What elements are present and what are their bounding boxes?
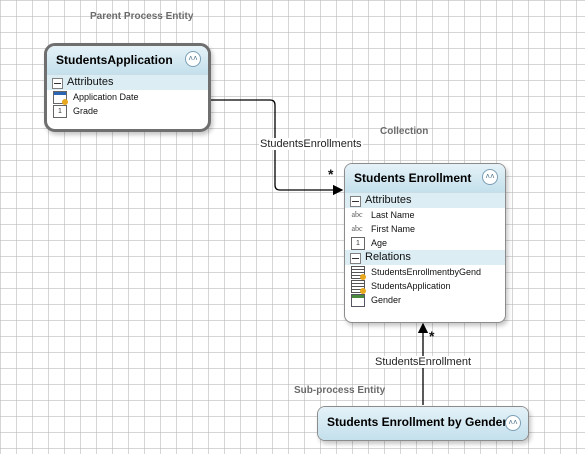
collapse-icon[interactable]: ˄˄: [505, 415, 521, 431]
relation-label: StudentsApplication: [371, 281, 451, 291]
entity-title: StudentsApplication: [56, 53, 173, 67]
connector-label-enrollments[interactable]: StudentsEnrollments: [259, 138, 363, 150]
entity-students-enrollment-by-gender[interactable]: Students Enrollment by Gender ˄˄: [317, 406, 529, 441]
entity-students-enrollment[interactable]: Students Enrollment ˄˄ Attributes abc La…: [344, 163, 506, 323]
entity-header[interactable]: Students Enrollment ˄˄: [345, 164, 505, 193]
attributes-section[interactable]: Attributes: [345, 193, 505, 208]
text-icon: abc: [351, 210, 363, 219]
attribute-label: Grade: [73, 106, 99, 116]
relation-icon: [351, 266, 366, 280]
calendar-icon: [53, 91, 68, 105]
section-label: Relations: [365, 251, 411, 263]
entity-title: Students Enrollment by Gender: [327, 415, 508, 429]
attribute-label: Application Date: [73, 92, 139, 102]
collapse-minus-icon[interactable]: [350, 253, 361, 264]
relation-row[interactable]: Gender: [345, 293, 505, 307]
relation-row[interactable]: StudentsEnrollmentbyGend: [345, 265, 505, 280]
collapse-minus-icon[interactable]: [52, 78, 63, 89]
relation-label: Gender: [371, 295, 402, 305]
text-icon: abc: [351, 224, 363, 233]
entity-header[interactable]: StudentsApplication ˄˄: [47, 46, 208, 75]
attribute-row[interactable]: abc Last Name: [345, 208, 505, 222]
collapse-minus-icon[interactable]: [350, 196, 361, 207]
relation-label: StudentsEnrollmentbyGend: [371, 267, 482, 277]
connector-label-enrollment[interactable]: StudentsEnrollment: [374, 356, 472, 368]
collapse-icon[interactable]: ˄˄: [482, 169, 498, 185]
number-icon: 1: [351, 237, 365, 250]
entity-header[interactable]: Students Enrollment by Gender ˄˄: [318, 407, 528, 440]
attribute-label: Last Name: [371, 210, 415, 220]
multiplicity-marker: *: [328, 166, 334, 182]
relation-icon: [351, 280, 366, 294]
entity-title: Students Enrollment: [354, 171, 472, 185]
attribute-row[interactable]: 1 Grade: [47, 104, 208, 118]
section-label: Attributes: [67, 76, 114, 88]
attribute-label: First Name: [371, 224, 416, 234]
relation-row[interactable]: StudentsApplication: [345, 279, 505, 294]
section-label: Attributes: [365, 194, 412, 206]
attribute-row[interactable]: abc First Name: [345, 222, 505, 236]
entity-students-application[interactable]: StudentsApplication ˄˄ Attributes Applic…: [44, 43, 211, 132]
number-icon: 1: [53, 105, 67, 118]
attribute-row[interactable]: 1 Age: [345, 236, 505, 250]
multiplicity-marker: *: [429, 328, 435, 344]
relations-section[interactable]: Relations: [345, 250, 505, 265]
attributes-section[interactable]: Attributes: [47, 75, 208, 90]
attribute-row[interactable]: Application Date: [47, 90, 208, 105]
attribute-label: Age: [371, 238, 388, 248]
collapse-icon[interactable]: ˄˄: [185, 51, 201, 67]
table-icon: [351, 294, 365, 307]
